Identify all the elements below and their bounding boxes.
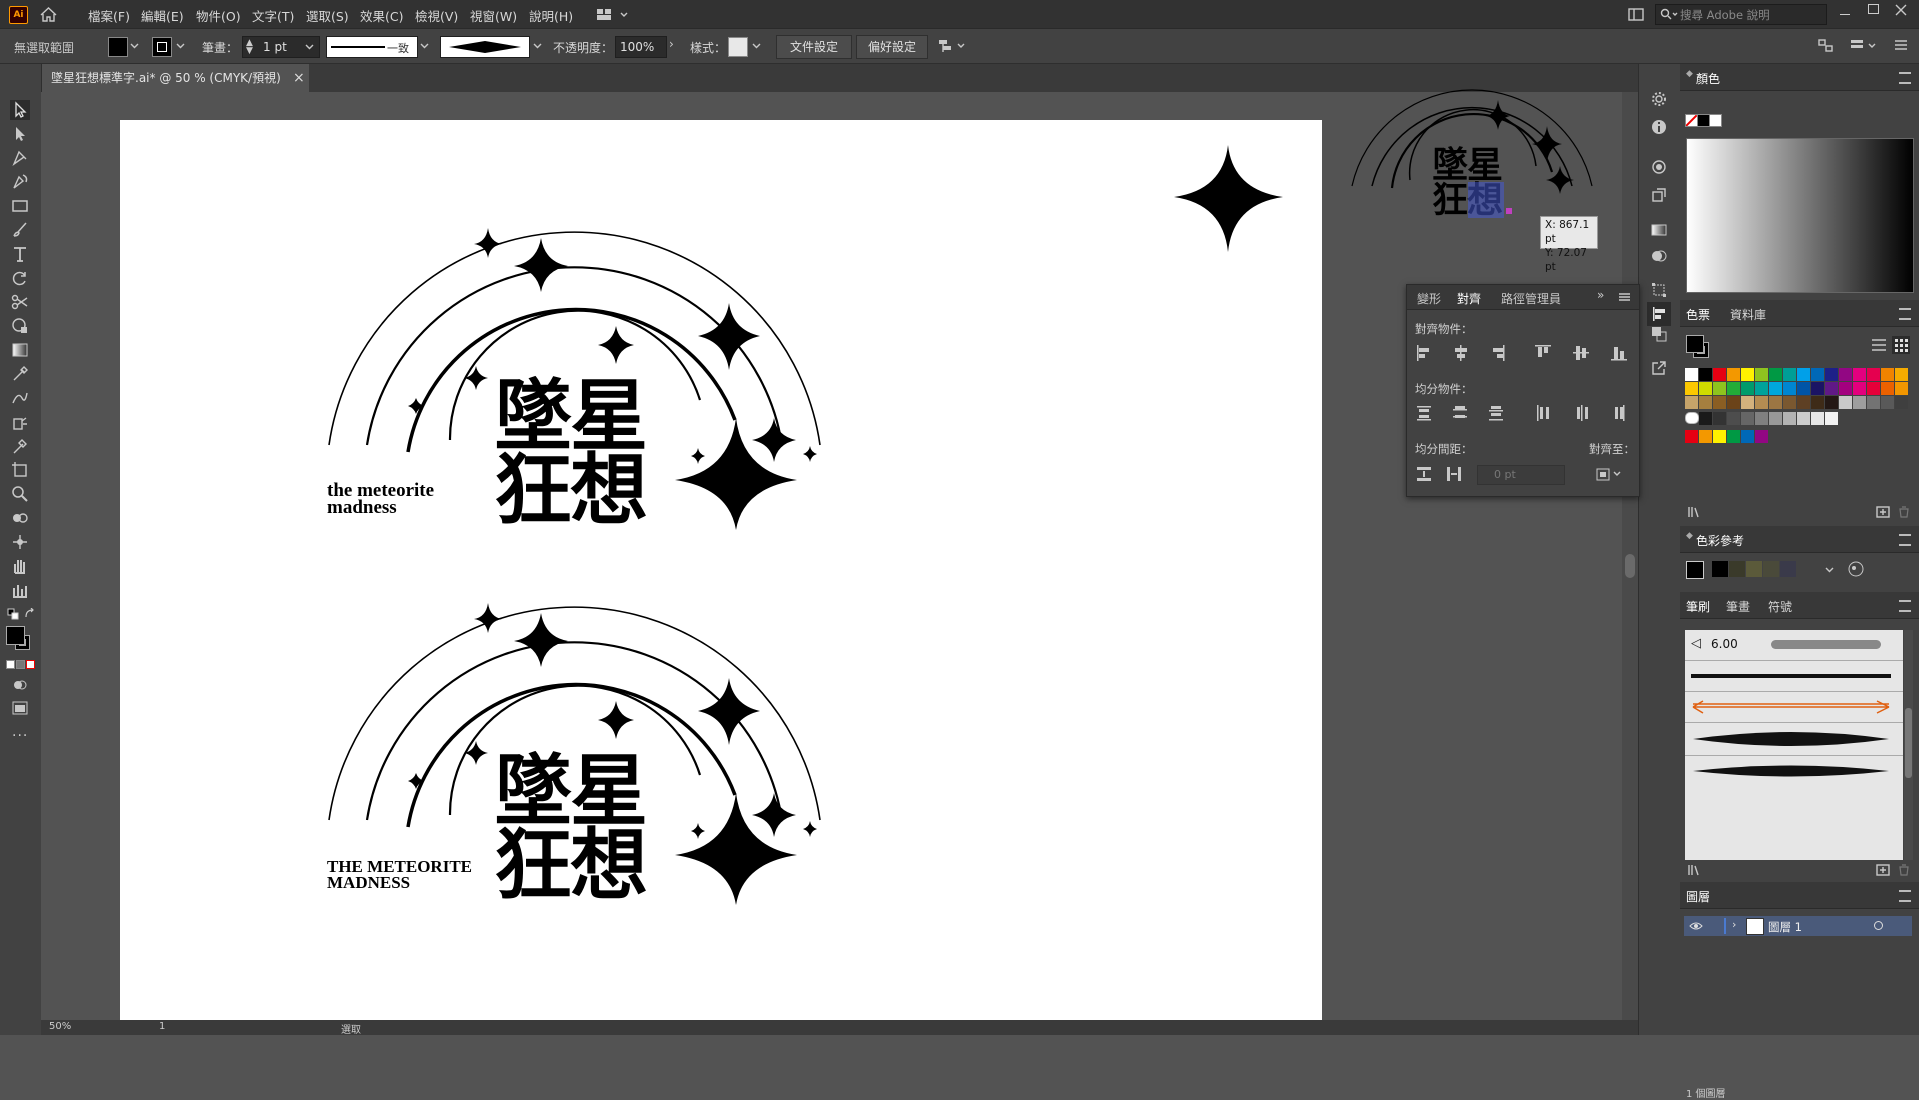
preview-title-line1[interactable]: 墜星 <box>1432 147 1503 183</box>
spacing-value-field[interactable]: 0 pt <box>1477 465 1565 485</box>
collapse-panel-icon[interactable]: » <box>1597 288 1604 302</box>
vertical-scrollbar[interactable] <box>1622 92 1638 1020</box>
align-panel-tabs: 變形 對齊 路徑管理員 » <box>1407 285 1639 310</box>
selection-handle[interactable] <box>1506 208 1512 214</box>
align-objects-label: 對齊物件： <box>1415 322 1473 336</box>
text-selection-highlight <box>1468 182 1504 218</box>
logo2-subtitle-line2[interactable]: MADNESS <box>327 874 410 891</box>
distribute-vertical-spacing-icon[interactable] <box>1415 465 1433 483</box>
distribute-objects-icons[interactable] <box>1415 403 1631 423</box>
status-bar: 50% 1 選取 <box>41 1020 1638 1036</box>
tab-pathfinder[interactable]: 路徑管理員 <box>1501 290 1561 307</box>
hamburger-icon[interactable] <box>1619 293 1630 301</box>
tooltip-y: Y: 72.07 pt <box>1545 247 1587 273</box>
align-objects-icons[interactable] <box>1415 343 1631 363</box>
logo2-title-line2[interactable]: 狂想 <box>494 827 648 905</box>
sparkle-shape <box>1174 145 1283 252</box>
logo1-title-line2[interactable]: 狂想 <box>494 452 648 530</box>
logo1-subtitle-line2[interactable]: madness <box>327 498 397 517</box>
tab-transform[interactable]: 變形 <box>1417 290 1441 307</box>
tooltip-x: X: 867.1 pt <box>1545 219 1590 245</box>
align-to-label: 對齊至： <box>1589 442 1635 456</box>
status-mode: 選取 <box>341 1025 361 1036</box>
spacing-value: 0 pt <box>1494 468 1516 481</box>
layer-count: 1 個圖層 <box>1686 1089 1726 1100</box>
distribute-spacing-label: 均分間距： <box>1415 442 1473 456</box>
artboard-number[interactable]: 1 <box>159 1021 165 1032</box>
distribute-horizontal-spacing-icon[interactable] <box>1445 465 1463 483</box>
distribute-objects-label: 均分物件： <box>1415 382 1473 396</box>
align-to-selection-icon[interactable] <box>1595 465 1623 483</box>
coordinates-tooltip: X: 867.1 pt Y: 72.07 pt <box>1540 216 1598 273</box>
scrollbar-thumb[interactable] <box>1625 554 1635 578</box>
zoom-level[interactable]: 50% <box>49 1021 71 1032</box>
tab-align[interactable]: 對齊 <box>1457 290 1481 307</box>
swatch-fill-box[interactable] <box>1686 335 1704 353</box>
align-panel: 變形 對齊 路徑管理員 » 對齊物件： 均分物件： 均分間距： 對齊至： 0 p… <box>1406 284 1640 497</box>
